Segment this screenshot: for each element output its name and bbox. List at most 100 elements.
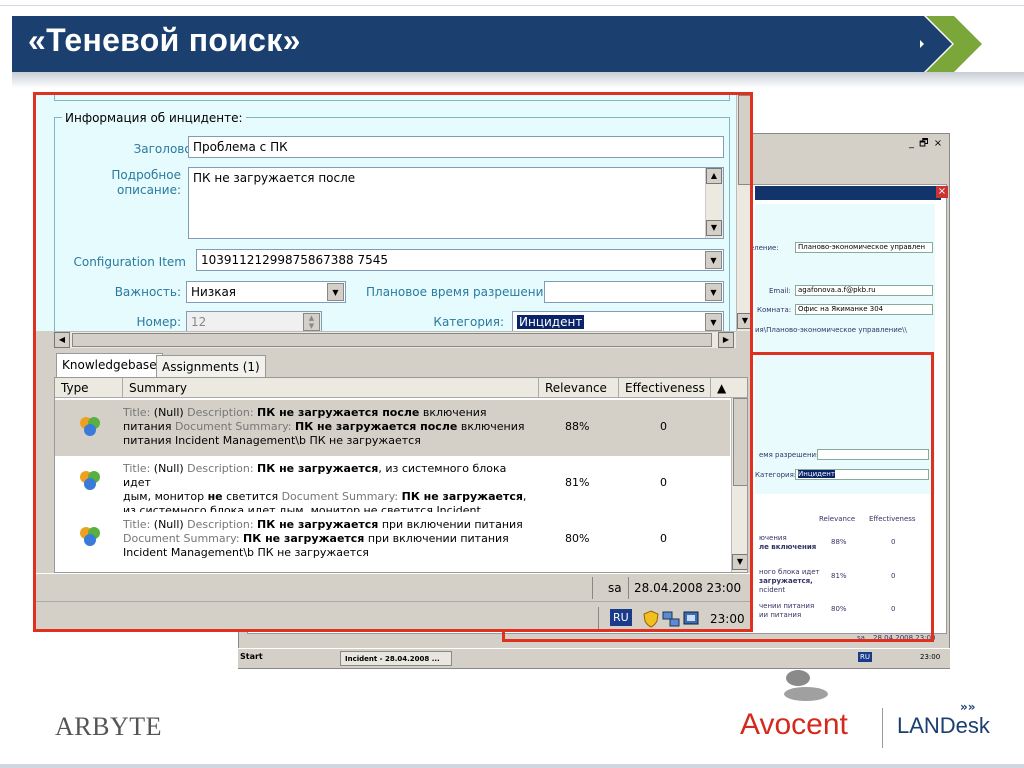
form-vertical-scrollbar[interactable]: ▼ [736, 95, 750, 331]
description-label-2: описание: [116, 183, 181, 197]
summary-frag: Title: [123, 518, 154, 531]
scroll-left-icon[interactable]: ◀ [54, 332, 70, 348]
summary-frag: Document Summary: [174, 420, 295, 433]
scroll-down-icon[interactable]: ▼ [706, 220, 722, 236]
grid-vertical-scrollbar[interactable]: ▼ [731, 398, 747, 572]
bg-email-field[interactable]: agafonova.a.f@pkb.ru [795, 285, 933, 296]
summary-frag: , [522, 490, 527, 503]
scroll-up-icon[interactable]: ▲ [706, 168, 722, 184]
row-effectiveness: 0 [660, 476, 667, 489]
language-indicator[interactable]: RU [610, 609, 632, 626]
system-tray: RU 23:00 [36, 601, 750, 629]
row-summary: Title: (Null) Description: ПК не загружа… [123, 406, 535, 448]
planned-time-label: Плановое время разрешения: [366, 285, 555, 299]
scroll-down-icon[interactable]: ▼ [737, 313, 750, 329]
knowledgebase-grid: Type Summary Relevance Effectiveness ▲ T… [54, 377, 748, 573]
table-row[interactable]: Title: (Null) Description: ПК не загружа… [55, 400, 730, 456]
category-select[interactable]: Инцидент ▼ [512, 311, 724, 333]
summary-frag: питания Incident Management\b ПК не загр… [123, 434, 421, 447]
table-row[interactable]: Title: (Null) Description: ПК не загружа… [55, 512, 730, 568]
bg-room-field[interactable]: Офис на Якиманке 304 [795, 304, 933, 315]
summary-frag: (Null) [153, 406, 184, 419]
slide-title: «Теневой поиск» [28, 22, 301, 58]
number-stepper[interactable]: 12 ▲ ▼ [186, 311, 322, 333]
grid-scroll-up-icon[interactable]: ▲ [711, 378, 747, 398]
number-label: Номер: [136, 315, 181, 329]
description-textarea[interactable]: ПК не загружается после ▲ ▼ [188, 167, 724, 239]
h-scroll-thumb[interactable] [72, 333, 712, 347]
chevron-down-icon[interactable]: ▼ [705, 251, 722, 269]
close-icon[interactable]: × [936, 186, 948, 198]
chevron-down-icon[interactable]: ▼ [327, 283, 344, 301]
category-label: Категория: [433, 315, 504, 329]
tray-clock: 23:00 [710, 612, 745, 626]
row-relevance: 88% [565, 420, 590, 433]
avocent-emblem-icon [784, 670, 828, 701]
summary-frag: ПК не загружается после [295, 420, 458, 433]
taskbar: Start Incident - 28.04.2008 ... RU 23:00 [238, 648, 950, 668]
col-effectiveness[interactable]: Effectiveness [619, 378, 711, 398]
summary-frag: (Null) [153, 518, 184, 531]
scroll-right-icon[interactable]: ▶ [718, 332, 734, 348]
row-effectiveness: 0 [660, 532, 667, 545]
tab-assignments[interactable]: Assignments (1) [156, 355, 266, 377]
network-icon[interactable] [662, 610, 680, 628]
tray-divider [598, 607, 599, 629]
planned-time-select[interactable]: ▼ [544, 281, 724, 303]
priority-label: Важность: [114, 285, 181, 299]
summary-frag: Description: [183, 518, 258, 531]
incident-info-legend: Информация об инциденте: [62, 111, 246, 125]
stepper-arrows-icon[interactable]: ▲ ▼ [303, 313, 320, 331]
summary-frag: питания [123, 420, 175, 433]
form-horizontal-scrollbar[interactable]: ◀ ▶ [54, 331, 736, 348]
shield-icon[interactable] [642, 610, 660, 628]
col-summary[interactable]: Summary [123, 378, 539, 398]
avocent-logo: Avocent [740, 708, 848, 741]
summary-frag: дым, монитор [123, 490, 208, 503]
scroll-thumb[interactable] [738, 95, 750, 185]
taskbar-lang[interactable]: RU [858, 652, 872, 662]
grid-scroll-thumb[interactable] [733, 398, 747, 486]
start-button[interactable]: Start [240, 652, 263, 661]
slide-top-edge [0, 0, 1024, 6]
summary-frag: Description: [183, 406, 258, 419]
bg-email-label: Email: [769, 287, 791, 295]
banner-shadow [12, 72, 1024, 88]
background-window-controls[interactable]: _ 🗗 × [909, 136, 943, 153]
col-type[interactable]: Type [55, 378, 123, 398]
status-bar: sa 28.04.2008 23:00 [36, 573, 750, 601]
summary-frag: Title: [123, 462, 154, 475]
row-relevance: 80% [565, 532, 590, 545]
table-row[interactable]: Title: (Null) Description: ПК не загружа… [55, 456, 730, 517]
summary-frag: Title: [123, 406, 154, 419]
description-value: ПК не загружается после [193, 171, 356, 185]
title-input[interactable]: Проблема с ПК [188, 136, 724, 158]
summary-frag: при включении питания [378, 518, 523, 531]
summary-frag: ПК не загружается [257, 462, 379, 475]
status-datetime: 28.04.2008 23:00 [634, 581, 742, 595]
col-relevance[interactable]: Relevance [539, 378, 619, 398]
display-icon[interactable] [682, 610, 700, 628]
priority-value: Низкая [191, 285, 237, 299]
summary-frag: при включении питания [364, 532, 509, 545]
status-user: sa [608, 581, 622, 595]
summary-frag: Document Summary: [123, 532, 244, 545]
summary-frag: Incident Management\b ПК не загружается [123, 546, 369, 559]
scroll-down-icon[interactable]: ▼ [732, 554, 747, 570]
summary-frag: ПК не загружается [257, 518, 379, 531]
bg-department-field[interactable]: Планово-экономическое управлен [795, 242, 933, 253]
description-scrollbar[interactable]: ▲ ▼ [705, 168, 723, 238]
tab-knowledgebase[interactable]: Knowledgebase [56, 353, 163, 377]
chevron-down-icon[interactable]: ▼ [705, 283, 722, 301]
chevron-down-icon[interactable]: ▼ [705, 313, 722, 331]
summary-frag: Document Summary: [281, 490, 402, 503]
taskbar-clock: 23:00 [920, 653, 941, 661]
background-window-titlebar [755, 186, 941, 200]
taskbar-task-incident[interactable]: Incident - 28.04.2008 ... [340, 651, 452, 666]
ci-select[interactable]: 10391121299875867388 7545 ▼ [196, 249, 724, 271]
status-divider [592, 577, 593, 599]
priority-select[interactable]: Низкая ▼ [186, 281, 346, 303]
previous-fieldset [54, 95, 730, 101]
status-divider [628, 577, 629, 599]
summary-frag: не [207, 490, 223, 503]
